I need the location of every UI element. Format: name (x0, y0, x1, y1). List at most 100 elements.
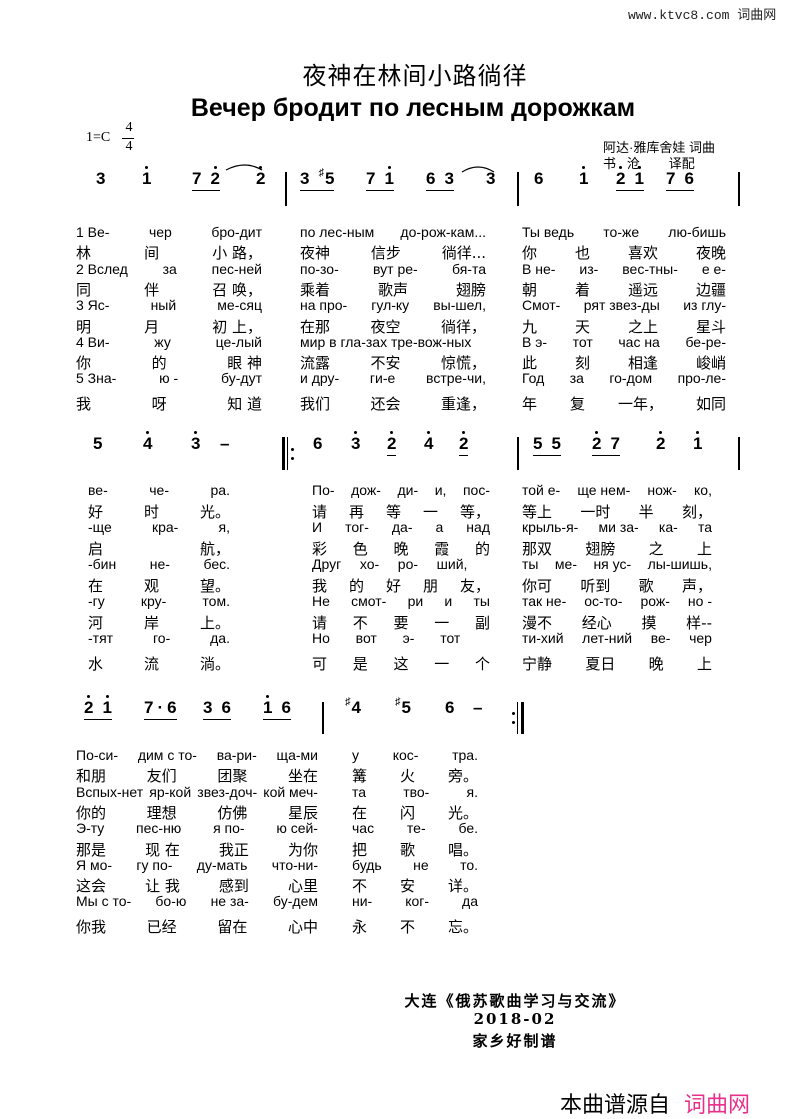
lyric-syllable: -бин (88, 556, 117, 572)
lyric-syllable: 可 (312, 654, 328, 673)
lyric-line: по лес-ным до-рож-кам... (300, 224, 486, 240)
note-group: 5 (93, 434, 102, 454)
lyric-syllable: вы-шел, (433, 297, 486, 314)
note-group: 21 (616, 166, 644, 191)
lyric-syllable: над (466, 519, 490, 535)
lyric-syllable: 一年， (617, 394, 663, 413)
note-group: 1 (142, 166, 151, 189)
note: 3 (96, 169, 106, 188)
note-group: 63 (426, 169, 454, 191)
lyric-syllable: 已经 (146, 917, 177, 936)
note: ♯5 (318, 167, 335, 188)
lyric-syllable: рят звез-ды (583, 297, 660, 314)
lyric-syllable: не за- (210, 893, 249, 910)
lyric-syllable: лет-ний (582, 630, 633, 646)
note: 1 (634, 166, 644, 188)
lyric-syllable: 流 (143, 654, 159, 673)
note: 7 (144, 698, 154, 717)
note-group: 2 (656, 431, 666, 454)
lyric-syllable: 复 (569, 394, 585, 413)
lyric-syllable: до-рож-кам... (400, 224, 486, 240)
lyric-syllable: я. (466, 783, 478, 800)
note-group: 7 · 6 (144, 698, 177, 720)
lyric-syllable: ты (522, 556, 539, 572)
lyric-syllable: 上 (696, 654, 712, 673)
lyric-syllable: тот (440, 630, 461, 646)
barline (738, 172, 740, 206)
note: 2 (210, 166, 220, 188)
repeat-dot (291, 447, 294, 451)
lyric-syllable: ги-е (369, 370, 396, 387)
lyric-line: 1 Ве-чер бро-дит (76, 224, 262, 240)
lyric-line: Вспых-нет яр-кой звез-доч-кой меч- (76, 784, 318, 800)
lyric-syllable: да (462, 893, 478, 910)
lyric-line: В э-тот час на бе-ре- (522, 334, 726, 350)
lyric-syllable: яр-кой (149, 783, 192, 800)
note: 2 (616, 166, 626, 188)
lyric-line: будь не то. (352, 857, 478, 873)
lyric-syllable: бо-ю (155, 893, 187, 910)
lyric-syllable: бе-ре- (685, 333, 726, 350)
lyric-syllable: тот (572, 333, 593, 350)
lyric-syllable: 3 Яс- (76, 297, 110, 314)
note: 7 (192, 169, 202, 188)
lyric-syllable: И (312, 519, 323, 535)
lyric-line: у кос-тра. (352, 747, 478, 763)
lyric-syllable: кой меч- (263, 783, 318, 800)
lyric-syllable: це-лый (215, 333, 262, 350)
lyric-syllable: рож- (640, 593, 670, 609)
note-group: ♯5 (395, 696, 411, 718)
lyric-syllable: 留在 (217, 917, 248, 936)
lyric-line: 我们 还会 重逢， (300, 393, 486, 414)
note-group: 2 (459, 431, 469, 456)
lyric-syllable: че- (149, 482, 169, 498)
lyric-line: ты ме-ня ус-лы-шишь, (522, 556, 712, 572)
lyric-syllable: и (444, 593, 453, 609)
repeat-dot (512, 721, 515, 724)
lyric-syllable: ве- (88, 482, 108, 498)
lyric-syllable: и дру- (300, 370, 340, 387)
lyric-line: 3 Яс-ный ме-сяц (76, 297, 262, 313)
lyric-syllable: ро- (397, 556, 419, 572)
lyric-syllable: по лес-ным (300, 224, 375, 240)
lyric-syllable: ве- (650, 630, 671, 646)
lyric-syllable: ко, (694, 482, 712, 498)
note-group: 3 (191, 431, 200, 454)
lyric-syllable (486, 556, 490, 572)
lyric-syllable: 这 (393, 654, 409, 673)
lyric-syllable: Друг (312, 556, 342, 572)
note: 5 (533, 434, 543, 453)
lyric-syllable: ще нем- (577, 482, 631, 498)
footer-source: 大连《俄苏歌曲学习与交流》 (404, 992, 626, 1010)
barline (517, 702, 519, 734)
lyric-syllable: ког- (405, 893, 430, 910)
note-group: 1 (693, 431, 702, 454)
lyric-syllable: бу-дем (273, 893, 318, 910)
lyric-syllable: чер (148, 224, 172, 240)
note: 2 (84, 695, 94, 717)
lyric-syllable: пес-ню (136, 820, 182, 837)
note-group: 2 (256, 166, 265, 189)
note: 2 (656, 431, 666, 453)
note: 2 (387, 431, 397, 453)
repeat-dot (291, 456, 294, 460)
note: 6 (281, 698, 291, 717)
lyric-syllable: -тят (88, 630, 114, 646)
lyric-syllable: Я мо- (76, 856, 113, 873)
lyric-syllable: ный (150, 297, 177, 314)
lyric-syllable: ос-то- (584, 593, 623, 609)
lyric-line: 5 Зна-ю - бу-дут (76, 370, 262, 386)
lyric-syllable: э- (402, 630, 415, 646)
lyric-syllable: 忘。 (447, 917, 478, 936)
note-group: 3 (351, 431, 360, 454)
lyric-syllable: так не- (522, 593, 567, 609)
note-group: – (473, 698, 482, 718)
lyric-syllable: Ты ведь (522, 224, 575, 240)
lyric-syllable: Но (312, 630, 330, 646)
lyric-syllable: 是 (352, 654, 368, 673)
lyric-syllable: из глу- (683, 297, 726, 314)
lyric-syllable: Э-ту (76, 820, 105, 837)
lyric-syllable: за (162, 260, 177, 277)
note: 6 (221, 698, 231, 717)
lyric-syllable: Вспых-нет (76, 783, 144, 800)
